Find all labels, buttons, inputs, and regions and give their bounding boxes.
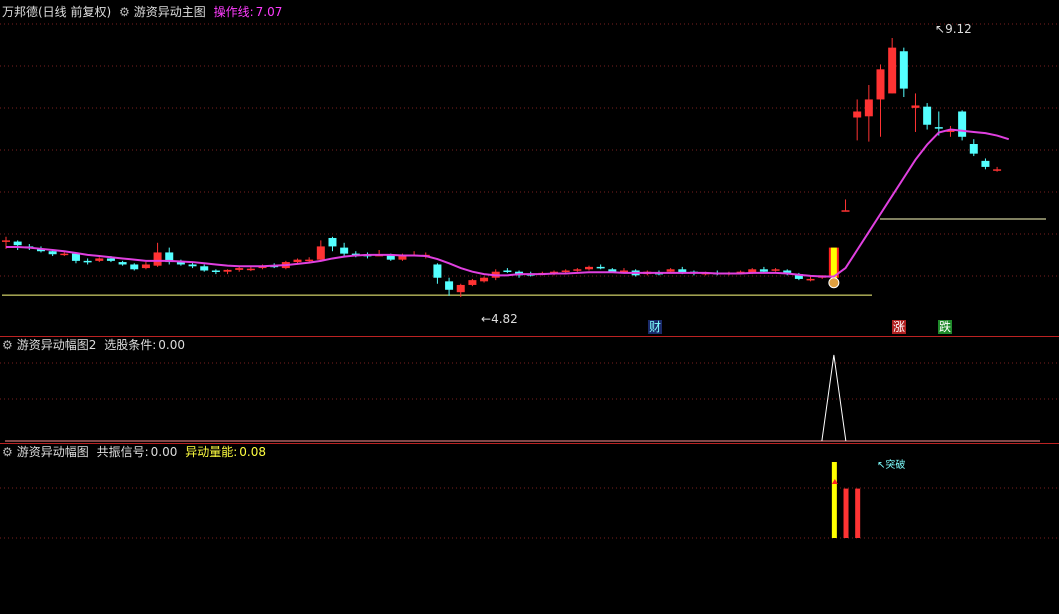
candle-body xyxy=(876,69,885,100)
candle-body xyxy=(864,99,873,117)
main-candlestick-chart[interactable] xyxy=(0,0,1059,336)
tag-die: 跌 xyxy=(938,320,953,334)
candle-body xyxy=(969,144,978,154)
candle-body xyxy=(246,268,255,271)
candle-body xyxy=(934,127,943,129)
candle-body xyxy=(573,269,582,271)
panel2-indicator-name[interactable]: 游资异动幅图2 xyxy=(17,338,97,352)
high-price-label: ↖9.12 xyxy=(935,22,972,36)
candle-body xyxy=(340,247,349,254)
dollar-coin-icon xyxy=(828,277,840,289)
candle-body xyxy=(200,266,209,271)
candle-body xyxy=(118,262,127,265)
signal-candle-inner xyxy=(830,247,837,278)
candle-body xyxy=(316,246,325,260)
candle-body xyxy=(328,237,337,247)
energy-bar xyxy=(831,462,837,538)
stock-name[interactable]: 万邦德(日线 前复权) xyxy=(2,5,111,19)
candle-body xyxy=(60,253,69,256)
tag-cai: 财 xyxy=(648,320,663,334)
breakout-marker: ↖突破 xyxy=(877,460,906,471)
candle-body xyxy=(596,266,605,269)
candle-body xyxy=(911,105,920,108)
candle-body xyxy=(771,269,780,271)
candle-body xyxy=(2,240,10,242)
energy-value: 0.08 xyxy=(239,445,266,459)
candle-body xyxy=(13,241,22,246)
indicator-panel-3[interactable]: ⚙ 游资异动幅图 共振信号: 0.00 异动量能: 0.08 ↖突破 xyxy=(0,444,1059,614)
candle-body xyxy=(235,268,244,270)
candle-body xyxy=(888,47,897,94)
candle-body xyxy=(95,258,104,261)
tag-zhang: 涨 xyxy=(892,320,907,334)
candle-body xyxy=(153,252,162,266)
energy-label: 异动量能: xyxy=(185,445,238,459)
candle-body xyxy=(993,169,1002,171)
indicator-panel-2[interactable]: ⚙ 游资异动幅图2 选股条件: 0.00 xyxy=(0,337,1059,443)
candle-body xyxy=(480,277,489,282)
operation-line-label: 操作线: xyxy=(213,5,254,19)
panel3-gear-icon[interactable]: ⚙ xyxy=(2,445,13,459)
candle-body xyxy=(293,259,302,263)
energy-bar xyxy=(855,488,861,538)
main-chart-panel[interactable]: 万邦德(日线 前复权) ⚙ 游资异动主图 操作线: 7.07 ↖9.12 ←4.82… xyxy=(0,0,1059,336)
candle-body xyxy=(853,111,862,118)
candle-body xyxy=(188,264,197,267)
candle-body xyxy=(445,281,454,290)
panel2-gear-icon[interactable]: ⚙ xyxy=(2,338,13,352)
candle-body xyxy=(561,270,570,272)
candle-body xyxy=(981,160,990,167)
candle-body xyxy=(223,269,232,272)
candle-body xyxy=(899,51,908,89)
resonance-signal-label: 共振信号: xyxy=(96,445,149,459)
candle-body xyxy=(130,264,139,270)
candle-body xyxy=(841,210,850,212)
candle-body xyxy=(83,260,92,263)
candle-body xyxy=(456,284,465,293)
candle-body xyxy=(759,269,768,272)
panel2-header: ⚙ 游资异动幅图2 选股条件: 0.00 xyxy=(2,337,189,353)
candle-body xyxy=(106,258,115,261)
candle-body xyxy=(305,259,314,262)
panel2-signal-label: 选股条件: xyxy=(104,338,157,352)
settings-gear-icon[interactable]: ⚙ xyxy=(119,5,130,19)
candle-body xyxy=(503,270,512,272)
panel3-header: ⚙ 游资异动幅图 共振信号: 0.00 异动量能: 0.08 xyxy=(2,444,270,460)
panel3-indicator-name[interactable]: 游资异动幅图 xyxy=(17,445,89,459)
main-indicator-name[interactable]: 游资异动主图 xyxy=(134,5,206,19)
main-panel-header: 万邦德(日线 前复权) ⚙ 游资异动主图 操作线: 7.07 xyxy=(2,4,286,20)
candle-body xyxy=(806,278,815,281)
signal-spike xyxy=(821,354,847,442)
low-price-label: ←4.82 xyxy=(481,312,518,326)
candle-body xyxy=(585,266,593,270)
candle-body xyxy=(141,264,150,269)
candle-body xyxy=(71,253,80,261)
operation-line-value: 7.07 xyxy=(255,5,283,19)
energy-bar xyxy=(843,488,849,538)
candle-body xyxy=(958,111,967,137)
candle-body xyxy=(433,264,442,278)
resonance-signal-value: 0.00 xyxy=(150,445,178,459)
candle-body xyxy=(468,280,477,285)
candle-body xyxy=(666,269,675,272)
candle-body xyxy=(923,106,932,125)
candle-body xyxy=(211,270,220,272)
panel2-signal-value: 0.00 xyxy=(158,338,185,352)
candle-body xyxy=(48,251,57,255)
